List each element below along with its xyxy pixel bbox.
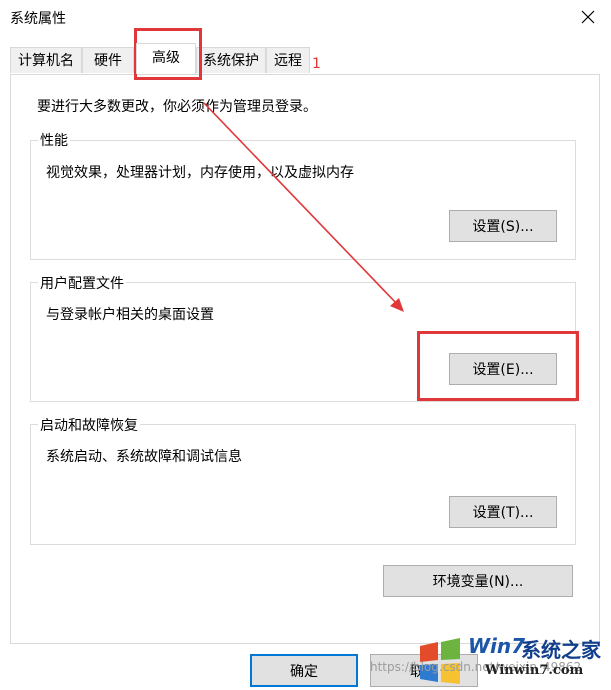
performance-desc: 视觉效果，处理器计划，内存使用，以及虚拟内存 <box>46 165 354 181</box>
performance-group <box>30 140 576 260</box>
close-button[interactable] <box>565 0 611 34</box>
annotation-number: 1 <box>312 56 321 72</box>
annotation-highlight-button <box>417 331 579 401</box>
window-title: 系统属性 <box>10 11 66 27</box>
environment-variables-button[interactable]: 环境变量(N)... <box>383 565 573 597</box>
tab-hardware[interactable]: 硬件 <box>82 47 134 73</box>
startup-recovery-desc: 系统启动、系统故障和调试信息 <box>46 449 242 465</box>
tab-remote[interactable]: 远程 <box>266 47 310 73</box>
startup-recovery-settings-button[interactable]: 设置(T)... <box>449 496 557 528</box>
startup-recovery-title: 启动和故障恢复 <box>38 415 140 435</box>
user-profiles-desc: 与登录帐户相关的桌面设置 <box>46 307 214 323</box>
performance-title: 性能 <box>38 130 70 150</box>
tab-system-protection[interactable]: 系统保护 <box>196 47 266 73</box>
close-icon <box>581 10 595 24</box>
tab-advanced[interactable]: 高级 <box>136 43 196 74</box>
watermark-brand-cn: 系统之家 <box>521 638 601 662</box>
ok-button[interactable]: 确定 <box>250 654 358 687</box>
watermark-url: Winwin7.com <box>485 663 584 678</box>
user-profiles-title: 用户配置文件 <box>38 273 126 293</box>
watermark-brand: Win7 <box>468 634 526 658</box>
admin-notice: 要进行大多数更改，你必须作为管理员登录。 <box>37 99 317 115</box>
tab-computer-name[interactable]: 计算机名 <box>10 47 82 73</box>
performance-settings-button[interactable]: 设置(S)... <box>449 210 557 242</box>
title-bar: 系统属性 <box>0 0 611 34</box>
